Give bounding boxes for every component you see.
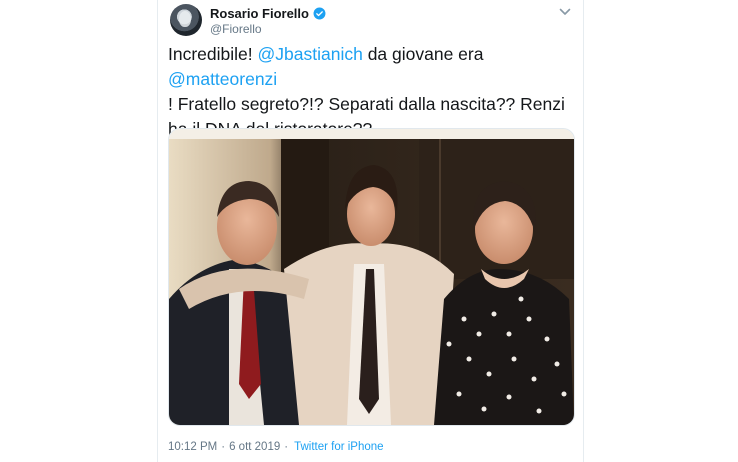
verified-badge-icon: [313, 7, 326, 20]
tweet-text: Incredibile! @Jbastianich da giovane era…: [168, 42, 576, 142]
tweet-photo[interactable]: [168, 128, 575, 426]
tweet-source-link[interactable]: Twitter for iPhone: [294, 441, 383, 453]
author-name-row[interactable]: Rosario Fiorello: [210, 6, 326, 21]
tweet-footer: 10:12 PM · 6 ott 2019 · Twitter for iPho…: [168, 441, 384, 453]
user-handle[interactable]: @Fiorello: [210, 22, 262, 36]
tweet-card: Rosario Fiorello @Fiorello Incredibile! …: [157, 0, 584, 462]
tweet-time[interactable]: 10:12 PM: [168, 441, 217, 453]
chevron-down-icon[interactable]: [559, 7, 571, 17]
display-name[interactable]: Rosario Fiorello: [210, 6, 309, 21]
text-part: da giovane era: [362, 44, 484, 64]
text-part: Incredibile!: [168, 44, 258, 64]
mention-link[interactable]: @matteorenzi: [168, 69, 277, 89]
tweet-date[interactable]: 6 ott 2019: [229, 441, 280, 453]
mention-link[interactable]: @Jbastianich: [258, 44, 363, 64]
separator: ·: [221, 441, 226, 453]
separator: ·: [284, 441, 289, 453]
avatar[interactable]: [170, 4, 202, 36]
